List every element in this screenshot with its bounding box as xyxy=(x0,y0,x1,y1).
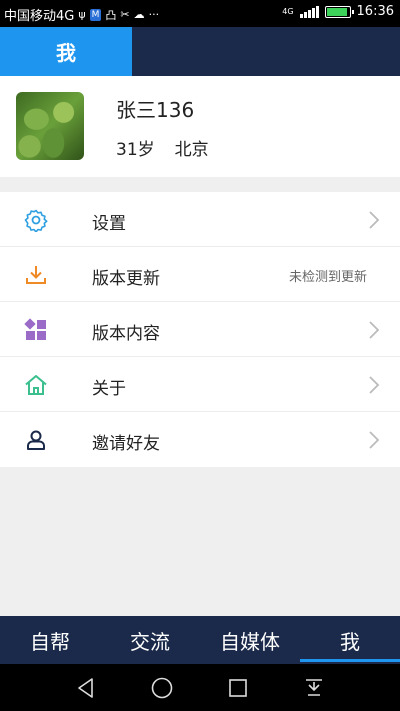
system-nav-bar xyxy=(0,664,400,711)
profile-age: 31岁 xyxy=(116,140,155,160)
update-status-text: 未检测到更新 xyxy=(288,270,367,285)
gear-icon xyxy=(24,209,48,232)
notification-icon: 凸 xyxy=(105,8,117,22)
back-icon[interactable] xyxy=(74,676,98,700)
wechat-icon: ☁ xyxy=(133,8,145,21)
menu-item-invite-friends[interactable]: 邀请好友 xyxy=(0,412,400,467)
carrier-label: 中国移动4G xyxy=(4,9,75,24)
chevron-right-icon xyxy=(369,211,380,229)
menu-item-label: 关于 xyxy=(92,379,126,399)
bottom-nav-community[interactable]: 交流 xyxy=(100,616,200,664)
top-bar: 我 xyxy=(0,27,400,76)
avatar[interactable] xyxy=(16,92,84,160)
tab-me[interactable]: 我 xyxy=(0,27,132,76)
scissors-icon: ✂ xyxy=(120,8,130,21)
usb-icon: ψ xyxy=(78,8,86,21)
chevron-right-icon xyxy=(369,376,380,394)
bottom-nav-me[interactable]: 我 xyxy=(300,616,400,664)
notification-pulldown-icon[interactable] xyxy=(302,676,326,700)
chevron-right-icon xyxy=(369,431,380,449)
menu-item-settings[interactable]: 设置 xyxy=(0,192,400,247)
more-icon: ··· xyxy=(148,8,160,21)
profile-name: 张三136 xyxy=(116,98,195,122)
chevron-right-icon xyxy=(369,321,380,339)
profile-card[interactable]: 张三136 31岁 北京 xyxy=(0,76,400,177)
menu-item-label: 版本更新 xyxy=(92,269,160,289)
person-icon xyxy=(27,430,45,450)
network-type: 4G xyxy=(282,6,294,16)
menu-item-about[interactable]: 关于 xyxy=(0,357,400,412)
menu-item-label: 版本内容 xyxy=(92,324,160,344)
settings-menu: 设置 版本更新 未检测到更新 版本内容 关于 邀请好友 xyxy=(0,192,400,467)
menu-item-version-update[interactable]: 版本更新 未检测到更新 xyxy=(0,247,400,302)
battery-icon xyxy=(324,5,354,18)
bottom-nav-self-help[interactable]: 自帮 xyxy=(0,616,100,664)
home-icon xyxy=(25,375,47,395)
signal-icon xyxy=(299,5,319,18)
home-button-icon[interactable] xyxy=(150,676,174,700)
menu-item-label: 设置 xyxy=(92,214,126,234)
m-app-icon: M xyxy=(89,8,102,21)
recents-icon[interactable] xyxy=(226,676,250,700)
profile-meta: 31岁 北京 xyxy=(116,135,209,160)
bottom-nav: 自帮 交流 自媒体 我 xyxy=(0,616,400,664)
download-icon xyxy=(26,266,46,284)
menu-item-label: 邀请好友 xyxy=(92,434,160,454)
bottom-nav-media[interactable]: 自媒体 xyxy=(200,616,300,664)
profile-city: 北京 xyxy=(174,140,209,160)
status-bar: 中国移动4G ψ M 凸 ✂ ☁ ··· 4G 16:36 xyxy=(0,0,400,27)
grid-icon xyxy=(24,318,46,340)
clock: 16:36 xyxy=(356,4,394,19)
menu-item-version-content[interactable]: 版本内容 xyxy=(0,302,400,357)
